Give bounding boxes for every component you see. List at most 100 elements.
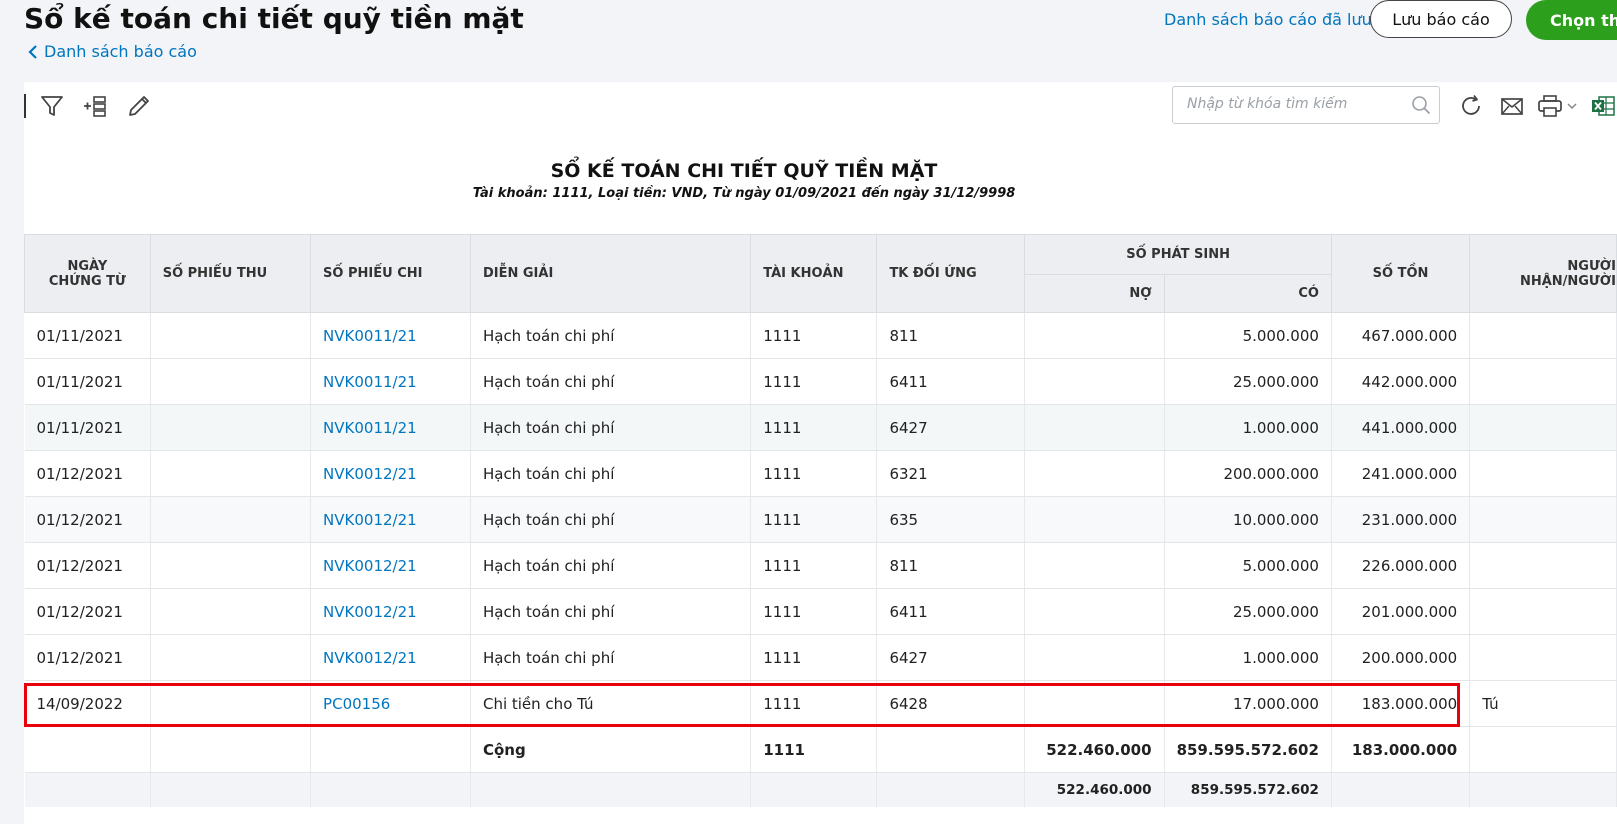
cell-date: 01/11/2021 xyxy=(24,358,151,405)
table-row[interactable]: 01/12/2021 NVK0012/21 Hạch toán chi phí … xyxy=(24,542,1617,589)
edit-icon[interactable] xyxy=(125,92,153,120)
saved-reports-link[interactable]: Danh sách báo cáo đã lưu xyxy=(1164,10,1372,29)
total-row: Cộng 1111 522.460.000 859.595.572.602 18… xyxy=(24,726,1617,773)
total-debit: 522.460.000 xyxy=(1024,726,1165,773)
cell-balance: 241.000.000 xyxy=(1331,450,1471,497)
cell-debit xyxy=(1024,358,1165,405)
cell-payment-link[interactable]: PC00156 xyxy=(310,680,471,727)
cell-credit: 1.000.000 xyxy=(1164,404,1332,451)
report-header: Sổ kế toán chi tiết quỹ tiền mặt Danh sá… xyxy=(0,0,1617,82)
cell-receipt xyxy=(150,312,312,359)
total-label: Cộng xyxy=(470,726,752,773)
total-account: 1111 xyxy=(750,726,878,773)
cell-date: 01/12/2021 xyxy=(24,450,151,497)
cell-date: 01/12/2021 xyxy=(24,634,151,681)
cell-credit: 200.000.000 xyxy=(1164,450,1332,497)
header-account: TÀI KHOẢN xyxy=(750,234,878,313)
cell-payment-link[interactable]: NVK0011/21 xyxy=(310,358,471,405)
cell-payment-link[interactable]: NVK0012/21 xyxy=(310,450,471,497)
cell-counter-account: 6411 xyxy=(876,358,1026,405)
add-column-icon[interactable] xyxy=(81,92,109,120)
cell-description: Hạch toán chi phí xyxy=(470,634,752,681)
report-toolbar xyxy=(24,82,1617,131)
cell-receipt xyxy=(150,588,312,635)
search-icon[interactable] xyxy=(1411,95,1431,115)
header-balance: SỐ TỒN xyxy=(1330,234,1471,313)
cell-balance: 200.000.000 xyxy=(1331,634,1471,681)
total-credit: 859.595.572.602 xyxy=(1164,726,1332,773)
total-balance: 183.000.000 xyxy=(1331,726,1471,773)
cell-person xyxy=(1469,404,1617,451)
table-row[interactable]: 01/12/2021 NVK0012/21 Hạch toán chi phí … xyxy=(24,450,1617,497)
header-debit: NỢ xyxy=(1024,274,1165,313)
cell-receipt xyxy=(150,634,312,681)
filter-icon[interactable] xyxy=(38,92,66,120)
cell-payment-link[interactable]: NVK0011/21 xyxy=(310,312,471,359)
report-subtitle: Tài khoản: 1111, Loại tiền: VND, Từ ngày… xyxy=(472,186,1016,201)
cell-credit: 17.000.000 xyxy=(1164,680,1332,727)
table-row[interactable]: 01/11/2021 NVK0011/21 Hạch toán chi phí … xyxy=(24,358,1617,405)
cell-balance: 441.000.000 xyxy=(1331,404,1471,451)
table-row[interactable]: 01/11/2021 NVK0011/21 Hạch toán chi phí … xyxy=(24,404,1617,451)
header-voucher-date: NGÀY CHỨNG TỪ xyxy=(24,234,151,313)
cell-debit xyxy=(1024,450,1165,497)
cell-person xyxy=(1469,358,1617,405)
cell-payment-link[interactable]: NVK0012/21 xyxy=(310,588,471,635)
cell-payment-link[interactable]: NVK0012/21 xyxy=(310,634,471,681)
ledger-table: NGÀY CHỨNG TỪ SỐ PHIẾU THU SỐ PHIẾU CHI … xyxy=(24,234,1617,807)
table-row[interactable]: 01/12/2021 NVK0012/21 Hạch toán chi phí … xyxy=(24,496,1617,543)
cell-person xyxy=(1469,634,1617,681)
cell-debit xyxy=(1024,680,1165,727)
cell-counter-account: 6411 xyxy=(876,588,1026,635)
cell-account: 1111 xyxy=(750,404,878,451)
cell-credit: 25.000.000 xyxy=(1164,588,1332,635)
header-person: NGƯỜI NHẬN/NGƯỜI xyxy=(1469,234,1617,313)
cell-description: Hạch toán chi phí xyxy=(470,450,752,497)
back-link-label: Danh sách báo cáo xyxy=(44,42,197,61)
choose-parameters-button[interactable]: Chọn tha xyxy=(1526,0,1617,40)
save-report-button[interactable]: Lưu báo cáo xyxy=(1370,0,1512,38)
cell-counter-account: 811 xyxy=(876,312,1026,359)
back-to-report-list-link[interactable]: Danh sách báo cáo xyxy=(28,42,197,61)
cell-balance: 231.000.000 xyxy=(1331,496,1471,543)
table-row[interactable]: 01/12/2021 NVK0012/21 Hạch toán chi phí … xyxy=(24,634,1617,681)
cell-receipt xyxy=(150,680,312,727)
cell-person xyxy=(1469,588,1617,635)
cell-payment-link[interactable]: NVK0011/21 xyxy=(310,404,471,451)
cell-date: 01/12/2021 xyxy=(24,496,151,543)
cell-debit xyxy=(1024,542,1165,589)
search-input[interactable] xyxy=(1185,95,1403,113)
cell-balance: 183.000.000 xyxy=(1331,680,1471,727)
cell-payment-link[interactable]: NVK0012/21 xyxy=(310,542,471,589)
cell-receipt xyxy=(150,496,312,543)
cell-counter-account: 6427 xyxy=(876,634,1026,681)
grand-total-row: 522.460.000 859.595.572.602 xyxy=(24,772,1617,807)
cell-counter-account: 6321 xyxy=(876,450,1026,497)
table-row[interactable]: 01/11/2021 NVK0011/21 Hạch toán chi phí … xyxy=(24,312,1617,359)
header-credit: CÓ xyxy=(1163,274,1332,313)
page-title: Sổ kế toán chi tiết quỹ tiền mặt xyxy=(24,2,524,35)
table-row[interactable]: 14/09/2022 PC00156 Chi tiền cho Tú 1111 … xyxy=(24,680,1617,727)
header-description: DIỄN GIẢI xyxy=(469,234,752,313)
cell-debit xyxy=(1024,588,1165,635)
cell-debit xyxy=(1024,404,1165,451)
cell-account: 1111 xyxy=(750,634,878,681)
cell-account: 1111 xyxy=(750,496,878,543)
header-receipt-no: SỐ PHIẾU THU xyxy=(149,234,312,313)
email-icon[interactable] xyxy=(1498,92,1526,120)
table-row[interactable]: 01/12/2021 NVK0012/21 Hạch toán chi phí … xyxy=(24,588,1617,635)
cell-payment-link[interactable]: NVK0012/21 xyxy=(310,496,471,543)
chevron-left-icon xyxy=(28,44,37,59)
cell-counter-account: 635 xyxy=(876,496,1026,543)
search-box xyxy=(1172,86,1440,124)
cell-balance: 467.000.000 xyxy=(1331,312,1471,359)
report-content: SỔ KẾ TOÁN CHI TIẾT QUỸ TIỀN MẶT Tài kho… xyxy=(24,130,1617,824)
cell-date: 01/11/2021 xyxy=(24,312,151,359)
excel-icon[interactable] xyxy=(1589,92,1617,120)
cell-description: Hạch toán chi phí xyxy=(470,312,752,359)
cell-debit xyxy=(1024,496,1165,543)
cell-debit xyxy=(1024,634,1165,681)
refresh-icon[interactable] xyxy=(1457,92,1485,120)
print-icon[interactable] xyxy=(1537,92,1583,120)
cell-description: Hạch toán chi phí xyxy=(470,542,752,589)
